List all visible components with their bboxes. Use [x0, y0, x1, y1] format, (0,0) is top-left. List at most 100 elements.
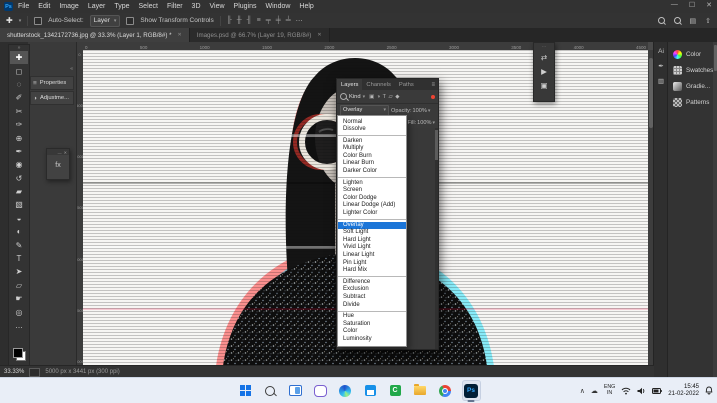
- blend-mode-option[interactable]: Dissolve: [338, 126, 406, 134]
- shape-tool[interactable]: ▱: [10, 279, 28, 292]
- align-bottom-icon[interactable]: ╧: [286, 17, 291, 25]
- more-align-options-icon[interactable]: ⋯: [296, 17, 303, 25]
- menu-3d[interactable]: 3D: [192, 3, 201, 10]
- hand-tool[interactable]: ☛: [10, 292, 28, 305]
- onedrive-icon[interactable]: ☁: [591, 387, 598, 395]
- blend-mode-option[interactable]: Color Dodge: [338, 195, 406, 203]
- edge-icon[interactable]: [337, 381, 354, 400]
- blend-mode-option[interactable]: Saturation: [338, 321, 406, 329]
- lasso-tool[interactable]: ◌: [10, 78, 28, 91]
- blend-mode-option[interactable]: Darker Color: [338, 168, 406, 176]
- menu-type[interactable]: Type: [114, 3, 129, 10]
- auto-select-target-dropdown[interactable]: Layer ▾: [90, 15, 121, 27]
- opacity-control[interactable]: Opacity: 100% ▾: [391, 108, 430, 114]
- scrollbar-thumb[interactable]: [435, 130, 438, 160]
- close-button[interactable]: ✕: [706, 1, 712, 9]
- color-panel[interactable]: Color: [668, 46, 717, 62]
- store-icon[interactable]: [362, 381, 379, 400]
- zoom-tool[interactable]: ◎: [10, 305, 28, 318]
- status-proxy-icon[interactable]: [29, 368, 40, 377]
- edit-toolbar[interactable]: …: [10, 319, 28, 332]
- fx-mini-panel[interactable]: —✕ fx: [46, 148, 70, 180]
- brush-settings-panel-icon[interactable]: ✒: [658, 62, 663, 70]
- blend-mode-option[interactable]: Color: [338, 328, 406, 336]
- panel-scrollbar[interactable]: [713, 42, 717, 378]
- blend-mode-option[interactable]: Color Burn: [338, 153, 406, 161]
- document-tab[interactable]: shutterstock_1342172736.jpg @ 33.3% (Lay…: [0, 28, 190, 42]
- foreground-color-swatch[interactable]: [13, 348, 23, 358]
- align-left-icon[interactable]: ╟: [227, 17, 232, 25]
- chrome-icon[interactable]: [437, 381, 454, 400]
- hidden-icons-chevron[interactable]: ∧: [580, 387, 585, 395]
- clock[interactable]: 15:45 21-02-2022: [668, 384, 699, 398]
- show-transform-controls-checkbox[interactable]: [126, 17, 134, 25]
- panel-tab-channels[interactable]: Channels: [362, 79, 395, 90]
- zoom-search-icon[interactable]: [674, 17, 681, 24]
- blur-tool[interactable]: ◒: [10, 212, 28, 225]
- tool-preset-caret-icon[interactable]: ▾: [19, 18, 22, 24]
- move-tool[interactable]: ✚: [10, 51, 28, 64]
- ai-panel-icon[interactable]: Ai: [658, 48, 664, 55]
- blend-mode-option[interactable]: Lighter Color: [338, 210, 406, 218]
- blend-mode-option[interactable]: Linear Light: [338, 252, 406, 260]
- auto-select-checkbox[interactable]: [34, 17, 42, 25]
- blend-mode-option[interactable]: Exclusion: [338, 286, 406, 294]
- align-middle-icon[interactable]: ╪: [276, 17, 281, 25]
- blend-mode-option[interactable]: Subtract: [338, 294, 406, 302]
- task-view-icon[interactable]: [287, 381, 304, 400]
- workspace-switcher-icon[interactable]: ▤: [690, 17, 697, 25]
- menu-image[interactable]: Image: [59, 3, 78, 10]
- dodge-tool[interactable]: ◐: [10, 225, 28, 238]
- path-selection-tool[interactable]: ➤: [10, 265, 28, 278]
- zoom-level-field[interactable]: 33.33%: [4, 369, 24, 375]
- menu-select[interactable]: Select: [139, 3, 158, 10]
- restore-button[interactable]: ☐: [689, 1, 695, 9]
- filter-adjustment-layers-icon[interactable]: ◑: [377, 94, 380, 100]
- blend-mode-option[interactable]: Hard Mix: [338, 267, 406, 275]
- gradient-tool[interactable]: ▧: [10, 198, 28, 211]
- swatches-panel[interactable]: Swatches: [668, 62, 717, 78]
- volume-icon[interactable]: [637, 387, 646, 395]
- blend-mode-option[interactable]: Vivid Light: [338, 244, 406, 252]
- menu-filter[interactable]: Filter: [167, 3, 183, 10]
- panel-grip-icon[interactable]: ⋯: [542, 43, 546, 50]
- history-brush-tool[interactable]: ↺: [10, 172, 28, 185]
- filter-kind-label[interactable]: Kind: [349, 94, 361, 100]
- blend-mode-option[interactable]: Darken: [338, 138, 406, 146]
- filter-pixel-layers-icon[interactable]: ▣: [369, 94, 374, 100]
- language-indicator[interactable]: ENG IN: [604, 385, 615, 396]
- wifi-icon[interactable]: [621, 387, 631, 395]
- close-icon[interactable]: ✕: [317, 32, 321, 38]
- chat-icon[interactable]: [312, 381, 329, 400]
- eraser-tool[interactable]: ▰: [10, 185, 28, 198]
- menu-help[interactable]: Help: [299, 3, 313, 10]
- blend-mode-option[interactable]: Soft Light: [338, 229, 406, 237]
- panel-tab-layers[interactable]: Layers: [337, 79, 362, 90]
- shuffle-icon[interactable]: ⇄: [536, 50, 552, 64]
- healing-brush-tool[interactable]: ⊕: [10, 131, 28, 144]
- menu-edit[interactable]: Edit: [38, 3, 50, 10]
- document-tab[interactable]: Images.psd @ 66.7% (Layer 19, RGB/8#)✕: [190, 28, 330, 42]
- blend-mode-option[interactable]: Hard Light: [338, 237, 406, 245]
- panel-tab-paths[interactable]: Paths: [395, 79, 418, 90]
- blend-mode-option[interactable]: Screen: [338, 187, 406, 195]
- search-icon[interactable]: [262, 381, 279, 400]
- blend-mode-option[interactable]: Linear Burn: [338, 160, 406, 168]
- align-top-icon[interactable]: ╤: [266, 17, 271, 25]
- blend-mode-option[interactable]: Difference: [338, 279, 406, 287]
- gradients-panel[interactable]: Gradie...: [668, 78, 717, 94]
- share-icon[interactable]: ⇧: [705, 17, 711, 25]
- distribute-icon[interactable]: ≡: [257, 17, 261, 25]
- close-icon[interactable]: ✕: [178, 32, 182, 38]
- blend-mode-option[interactable]: Multiply: [338, 145, 406, 153]
- blend-mode-option[interactable]: Divide: [338, 302, 406, 310]
- minimize-button[interactable]: —: [671, 1, 678, 9]
- panel-menu-icon[interactable]: ≡: [431, 79, 438, 90]
- filter-search-icon[interactable]: [340, 93, 347, 100]
- play-icon[interactable]: ▶: [536, 64, 552, 78]
- menu-layer[interactable]: Layer: [88, 3, 106, 10]
- blend-mode-option[interactable]: Overlay: [338, 222, 406, 230]
- quick-selection-tool[interactable]: ✐: [10, 91, 28, 104]
- libraries-panel-icon[interactable]: ▥: [658, 77, 664, 85]
- blend-mode-option[interactable]: Linear Dodge (Add): [338, 202, 406, 210]
